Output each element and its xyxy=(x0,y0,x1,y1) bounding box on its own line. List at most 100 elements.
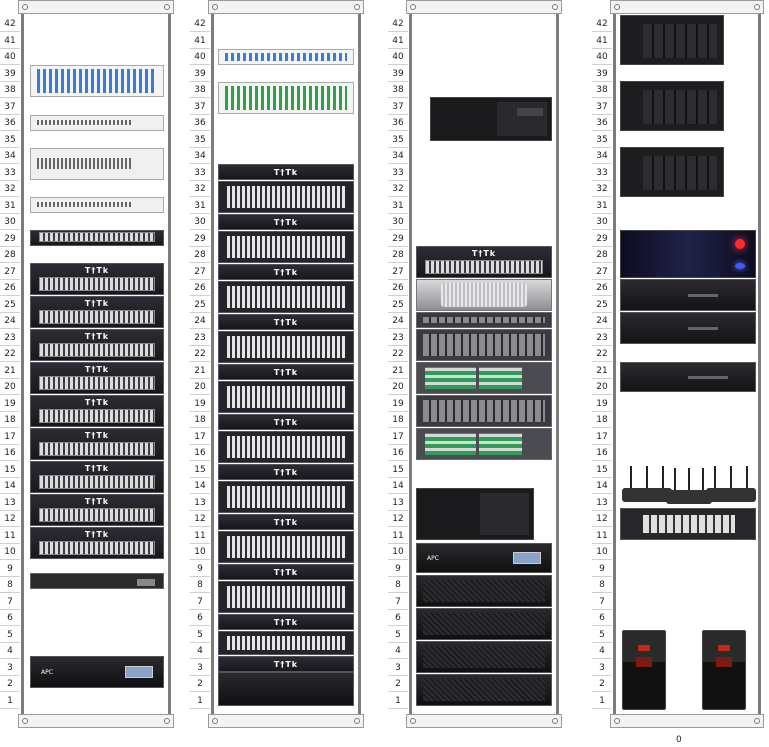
mount-hole xyxy=(552,718,558,724)
hp-server[interactable] xyxy=(416,362,552,394)
unit-number: 20 xyxy=(0,379,20,395)
network-switch[interactable]: T†Tk xyxy=(30,362,164,394)
unit-number: 37 xyxy=(0,99,20,115)
hp-server[interactable] xyxy=(416,428,552,460)
mount-hole xyxy=(212,4,218,10)
unit-number: 37 xyxy=(592,99,612,115)
patch-panel[interactable] xyxy=(218,181,354,213)
ups-rack[interactable]: APC xyxy=(416,543,552,573)
server-tower-horizontal[interactable] xyxy=(416,488,534,540)
unit-number: 20 xyxy=(388,379,408,395)
fiber-panel-blue[interactable] xyxy=(218,49,354,65)
patch-panel[interactable] xyxy=(218,431,354,463)
rack-server[interactable] xyxy=(416,312,552,328)
unit-number: 10 xyxy=(0,544,20,560)
unit-number: 41 xyxy=(0,33,20,49)
network-switch[interactable]: T†Tk xyxy=(218,514,354,530)
network-switch[interactable]: T†Tk xyxy=(30,494,164,526)
patch-panel[interactable] xyxy=(218,331,354,363)
network-switch[interactable]: T†Tk xyxy=(30,395,164,427)
unit-number: 23 xyxy=(592,330,612,346)
patch-panel[interactable] xyxy=(218,481,354,513)
nvr-recorder[interactable] xyxy=(620,279,756,311)
nas-device[interactable] xyxy=(620,81,724,131)
unit-number: 34 xyxy=(190,148,210,164)
server-tower-horizontal[interactable] xyxy=(430,97,552,141)
unit-number: 17 xyxy=(0,429,20,445)
nvr-recorder-1u[interactable] xyxy=(620,362,756,392)
patch-panel[interactable] xyxy=(218,631,354,655)
unit-number: 32 xyxy=(388,181,408,197)
fiber-panel-green[interactable] xyxy=(218,82,354,114)
network-switch[interactable]: T†Tk xyxy=(30,527,164,559)
unit-number: 24 xyxy=(0,313,20,329)
network-switch[interactable]: T†Tk xyxy=(218,564,354,580)
rack-bottom-cap xyxy=(406,714,562,728)
nas-device[interactable] xyxy=(620,15,724,65)
nas-device[interactable] xyxy=(620,147,724,197)
ups-rack[interactable]: APC xyxy=(30,656,164,688)
network-switch[interactable]: T†Tk xyxy=(30,263,164,295)
dell-server[interactable] xyxy=(416,279,552,311)
ups-tower[interactable] xyxy=(702,630,746,710)
network-switch[interactable]: T†Tk xyxy=(218,656,354,672)
network-switch[interactable]: T†Tk xyxy=(30,461,164,493)
unit-number: 2 xyxy=(0,676,20,692)
network-switch[interactable]: T†Tk xyxy=(416,246,552,278)
unit-number: 38 xyxy=(0,82,20,98)
wireless-router[interactable] xyxy=(706,462,756,502)
unit-number: 16 xyxy=(0,445,20,461)
ups-battery-pack[interactable] xyxy=(416,575,552,607)
network-switch[interactable]: T†Tk xyxy=(218,364,354,380)
unit-number: 15 xyxy=(592,462,612,478)
unit-number: 34 xyxy=(0,148,20,164)
patch-panel[interactable] xyxy=(218,381,354,413)
sfp-switch[interactable] xyxy=(30,230,164,246)
storage-server[interactable] xyxy=(416,329,552,361)
unit-number: 11 xyxy=(388,528,408,544)
network-switch[interactable]: T†Tk xyxy=(218,264,354,280)
patch-panel[interactable] xyxy=(218,581,354,613)
network-switch[interactable]: T†Tk xyxy=(30,428,164,460)
network-switch[interactable]: T†Tk xyxy=(218,314,354,330)
unit-number: 29 xyxy=(190,231,210,247)
unit-number: 1 xyxy=(388,693,408,709)
unit-number: 39 xyxy=(388,66,408,82)
unit-number: 27 xyxy=(190,264,210,280)
network-switch[interactable]: T†Tk xyxy=(218,614,354,630)
unit-number: 42 xyxy=(388,16,408,32)
switch-logo: T†Tk xyxy=(273,367,299,377)
network-switch[interactable]: T†Tk xyxy=(30,296,164,328)
unit-number: 13 xyxy=(0,495,20,511)
network-switch[interactable]: T†Tk xyxy=(218,164,354,180)
router-1u[interactable] xyxy=(30,197,164,213)
switch-logo: T†Tk xyxy=(273,417,299,427)
patch-panel[interactable] xyxy=(218,281,354,313)
patch-panel[interactable] xyxy=(218,531,354,563)
nvr-recorder[interactable] xyxy=(620,312,756,344)
network-switch[interactable]: T†Tk xyxy=(218,214,354,230)
patch-panel[interactable] xyxy=(218,231,354,263)
gigabit-switch[interactable] xyxy=(620,508,756,540)
network-switch[interactable]: T†Tk xyxy=(218,464,354,480)
unit-number: 35 xyxy=(592,132,612,148)
unit-number: 20 xyxy=(592,379,612,395)
ups-battery-pack[interactable] xyxy=(416,674,552,706)
storage-array[interactable] xyxy=(416,395,552,427)
ups-tower[interactable] xyxy=(622,630,666,710)
switch-logo: T†Tk xyxy=(471,249,497,259)
mount-hole xyxy=(354,718,360,724)
pdu-unit[interactable] xyxy=(30,573,164,589)
ups-battery-pack[interactable] xyxy=(416,608,552,640)
wireless-router[interactable] xyxy=(622,462,672,502)
switch-logo: T†Tk xyxy=(84,365,110,375)
workstation-rgb[interactable] xyxy=(620,230,756,278)
network-switch[interactable]: T†Tk xyxy=(30,329,164,361)
ups-battery-pack[interactable] xyxy=(416,641,552,673)
fiber-panel[interactable] xyxy=(30,65,164,97)
network-switch[interactable]: T†Tk xyxy=(218,414,354,430)
fiber-converter-shelf[interactable] xyxy=(30,115,164,131)
unit-number: 5 xyxy=(0,627,20,643)
cable-management-shelf[interactable] xyxy=(30,148,164,180)
blank-panel[interactable] xyxy=(218,672,354,706)
